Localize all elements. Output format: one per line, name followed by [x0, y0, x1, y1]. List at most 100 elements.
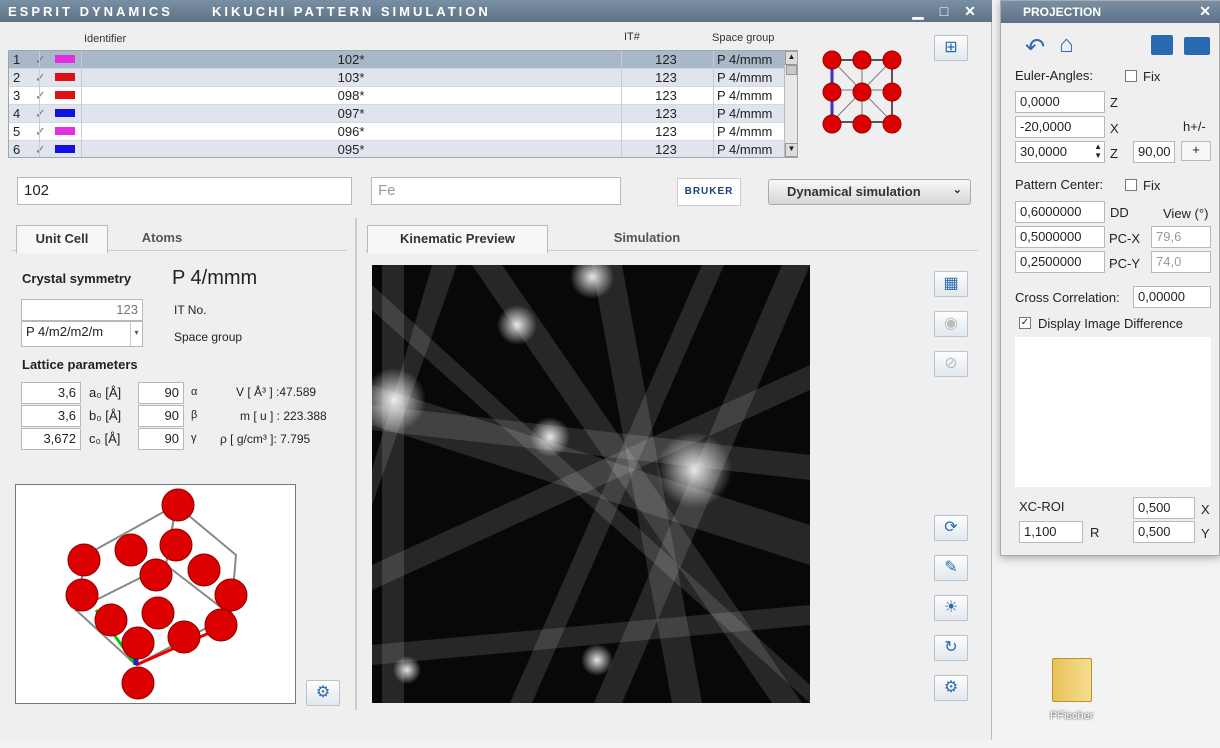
dd-field[interactable]: 0,6000000	[1015, 201, 1105, 223]
pc-fix-label: Fix	[1143, 178, 1161, 193]
euler-angles-label: Euler-Angles:	[1015, 68, 1094, 83]
cross-correlation-field[interactable]: 0,00000	[1133, 286, 1211, 308]
lattice-c-field[interactable]: 3,672	[21, 428, 81, 450]
euler-x-field[interactable]: -20,0000	[1015, 116, 1105, 138]
spinner-icon[interactable]: ▲ ▼	[1094, 142, 1102, 160]
row-checkbox[interactable]: ✓	[35, 87, 46, 105]
row-color-swatch[interactable]	[55, 91, 75, 99]
row-color-swatch[interactable]	[55, 55, 75, 63]
lattice-c-label: c₀ [Å]	[89, 431, 121, 446]
row-checkbox[interactable]: ✓	[35, 105, 46, 123]
tab-simulation[interactable]: Simulation	[560, 225, 734, 253]
dynamical-simulation-button[interactable]: Dynamical simulation ⌄	[768, 179, 971, 205]
table-row[interactable]: 5 ✓ 096* 123 P 4/mmm	[9, 123, 784, 141]
plus-button[interactable]: +	[1181, 141, 1211, 161]
unit-cell-3d-view[interactable]	[15, 484, 296, 704]
row-identifier: 103*	[337, 70, 365, 85]
row-color-swatch[interactable]	[55, 109, 75, 117]
lattice-gamma-field[interactable]: 90	[138, 428, 184, 450]
row-identifier: 097*	[337, 106, 365, 121]
pcy-field[interactable]: 0,2500000	[1015, 251, 1105, 273]
minimize-button[interactable]: ▁	[906, 2, 930, 20]
refresh-icon: ⟳	[944, 519, 958, 536]
row-it-number: 123	[655, 70, 677, 85]
row-space-group: P 4/mmm	[717, 106, 773, 121]
pattern-image-button[interactable]: ▦	[934, 271, 968, 297]
euler-z1-field[interactable]: 0,0000	[1015, 91, 1105, 113]
save-icon[interactable]	[1151, 35, 1173, 55]
folder-icon[interactable]	[1052, 658, 1092, 702]
table-row[interactable]: 3 ✓ 098* 123 P 4/mmm	[9, 87, 784, 105]
row-checkbox[interactable]: ✓	[35, 123, 46, 141]
xc-roi-x-field[interactable]: 0,500	[1133, 497, 1195, 519]
space-group-select[interactable]: P 4/m2/m2/m ▾	[21, 321, 143, 347]
kikuchi-pattern-view[interactable]	[372, 265, 810, 703]
table-scrollbar[interactable]: ▲ ▼	[784, 51, 797, 157]
sphere-button[interactable]: ◉	[934, 311, 968, 337]
lattice-b-field[interactable]: 3,6	[21, 405, 81, 427]
tab-atoms[interactable]: Atoms	[110, 225, 214, 253]
row-color-swatch[interactable]	[55, 73, 75, 81]
lattice-a-label: a₀ [Å]	[89, 385, 122, 400]
app-title: ESPRIT DYNAMICS	[8, 4, 173, 19]
pcy-view-field[interactable]: 74,0	[1151, 251, 1211, 273]
settings-button[interactable]: ⚙	[306, 680, 340, 706]
pattern-center-label: Pattern Center:	[1015, 177, 1104, 192]
lattice-gamma-label: γ	[191, 432, 197, 444]
desktop-folder-label[interactable]: PFischer	[1050, 710, 1093, 722]
table-row[interactable]: 6 ✓ 095* 123 P 4/mmm	[9, 141, 784, 157]
scroll-up-icon[interactable]: ▲	[785, 51, 797, 65]
gears-icon: ⚙	[315, 684, 331, 701]
pc-fix-checkbox[interactable]	[1125, 179, 1137, 191]
lattice-beta-field[interactable]: 90	[138, 405, 184, 427]
xc-roi-r-field[interactable]: 1,100	[1019, 521, 1083, 543]
euler-z2-field[interactable]: 30,0000 ▲ ▼	[1015, 141, 1105, 163]
row-checkbox[interactable]: ✓	[35, 141, 46, 157]
table-row[interactable]: 2 ✓ 103* 123 P 4/mmm	[9, 69, 784, 87]
row-color-swatch[interactable]	[55, 127, 75, 135]
xc-roi-label: XC-ROI	[1019, 499, 1065, 514]
table-row[interactable]: 4 ✓ 097* 123 P 4/mmm	[9, 105, 784, 123]
image-difference-checkbox[interactable]: ✓	[1019, 317, 1031, 329]
refresh-button[interactable]: ⟳	[934, 515, 968, 541]
rotate-button[interactable]: ↻	[934, 635, 968, 661]
undo-icon[interactable]: ↶	[1025, 33, 1045, 62]
phase-table[interactable]: 1 ✓ 102* 123 P 4/mmm 2 ✓ 103* 123 P 4/mmm 3 ✓ 098* 12…	[8, 50, 798, 158]
identifier-field[interactable]: 102	[17, 177, 352, 205]
euler-fix-checkbox[interactable]	[1125, 70, 1137, 82]
row-checkbox[interactable]: ✓	[35, 51, 46, 69]
chevron-down-icon: ⌄	[952, 184, 962, 196]
tab-kinematic-preview[interactable]: Kinematic Preview	[367, 225, 548, 253]
brightness-button[interactable]: ☀	[934, 595, 968, 621]
row-color-swatch[interactable]	[55, 145, 75, 153]
pcx-view-field[interactable]: 79,6	[1151, 226, 1211, 248]
gears-button[interactable]: ⚙	[934, 675, 968, 701]
folder-icon[interactable]	[1184, 37, 1210, 55]
it-number-field[interactable]: 123	[21, 299, 143, 321]
it-number-label: IT No.	[174, 303, 207, 317]
lattice-a-field[interactable]: 3,6	[21, 382, 81, 404]
dynamical-simulation-label: Dynamical simulation	[787, 184, 921, 199]
home-icon[interactable]: ⌂	[1059, 31, 1074, 59]
pcx-field[interactable]: 0,5000000	[1015, 226, 1105, 248]
row-checkbox[interactable]: ✓	[35, 69, 46, 87]
scroll-down-icon[interactable]: ▼	[785, 143, 797, 157]
tab-unit-cell[interactable]: Unit Cell	[16, 225, 108, 253]
euler-fix-label: Fix	[1143, 69, 1161, 84]
element-field[interactable]: Fe	[371, 177, 621, 205]
splitter[interactable]	[355, 218, 357, 710]
close-button[interactable]: ✕	[958, 2, 982, 20]
step-field[interactable]: 90,00	[1133, 141, 1175, 163]
rotate-icon: ↻	[944, 639, 958, 656]
edit-button[interactable]: ✎	[934, 555, 968, 581]
xc-roi-y-field[interactable]: 0,500	[1133, 521, 1195, 543]
tree-view-button[interactable]: ⊞	[934, 35, 968, 61]
main-window: Identifier IT# Space group 1 ✓ 102* 123 P 4/…	[0, 22, 992, 740]
scroll-thumb[interactable]	[786, 65, 797, 75]
projection-close-icon[interactable]: ✕	[1199, 3, 1211, 20]
lattice-alpha-field[interactable]: 90	[138, 382, 184, 404]
maximize-button[interactable]: □	[932, 2, 956, 20]
cross-correlation-button[interactable]: ⊘	[934, 351, 968, 377]
crystal-thumbnail	[822, 50, 902, 134]
table-row[interactable]: 1 ✓ 102* 123 P 4/mmm	[9, 51, 784, 69]
